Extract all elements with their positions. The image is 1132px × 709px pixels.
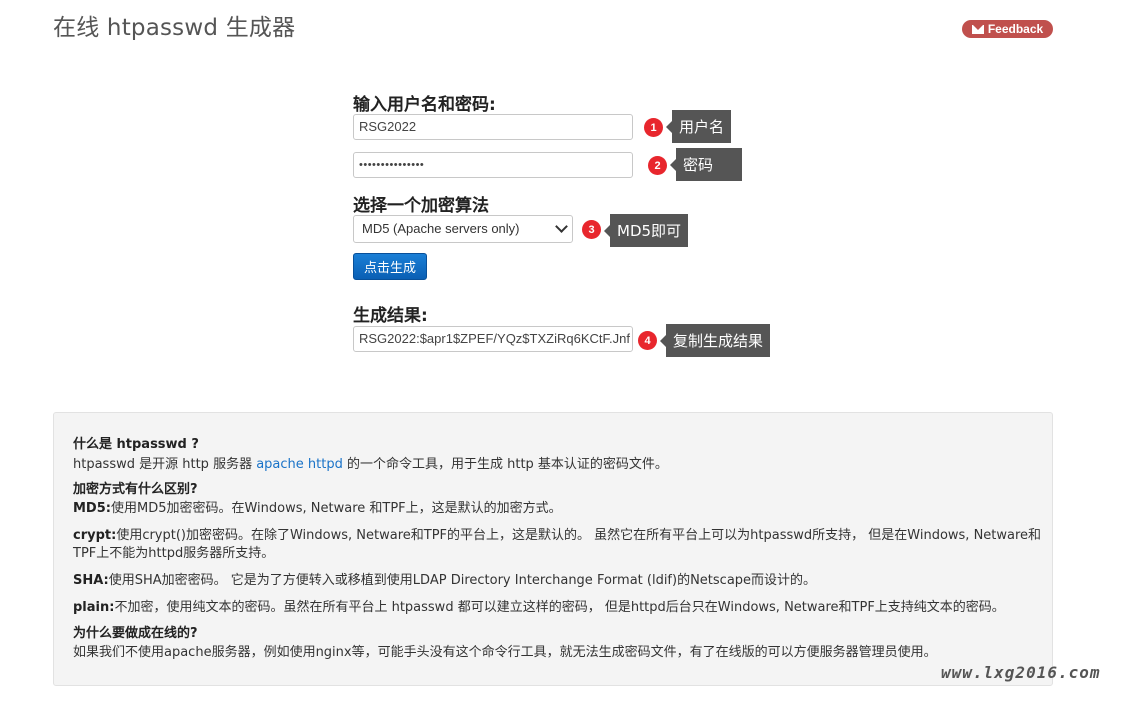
info-crypt-line2: TPF上不能为httpd服务器所支持。	[73, 546, 275, 561]
info-md5: MD5:使用MD5加密密码。在Windows, Netware 和TPF上，这是…	[73, 497, 562, 516]
sha-term: SHA:	[73, 573, 109, 588]
info-heading-what: 什么是 htpasswd ?	[73, 437, 199, 452]
plain-text: 不加密，使用纯文本的密码。虽然在所有平台上 htpasswd 都可以建立这样的密…	[114, 600, 1005, 615]
info-text-what-after: 的一个命令工具，用于生成 http 基本认证的密码文件。	[342, 457, 668, 472]
info-crypt-line1: crypt:使用crypt()加密密码。在除了Windows, Netware和…	[73, 524, 1041, 543]
annotation-tip-password: 密码	[670, 148, 742, 181]
annotation-badge-4: 4	[638, 331, 657, 350]
chevron-down-icon	[555, 220, 568, 233]
password-input[interactable]: •••••••••••••••	[353, 152, 633, 178]
annotation-badge-3: 3	[582, 220, 601, 239]
info-heading-why: 为什么要做成在线的?	[73, 626, 198, 641]
credentials-heading: 输入用户名和密码:	[353, 95, 496, 115]
algorithm-heading: 选择一个加密算法	[353, 196, 489, 216]
info-text-what: htpasswd 是开源 http 服务器 apache httpd 的一个命令…	[73, 453, 668, 472]
annotation-tip-username: 用户名	[665, 110, 732, 143]
annotation-badge-2: 2	[648, 156, 667, 175]
info-sha: SHA:使用SHA加密密码。 它是为了方便转入或移植到使用LDAP Direct…	[73, 569, 816, 588]
annotation-badge-1: 1	[644, 118, 663, 137]
page-title: 在线 htpasswd 生成器	[53, 15, 296, 41]
md5-term: MD5:	[73, 501, 111, 516]
info-heading-diff: 加密方式有什么区别?	[73, 482, 198, 497]
crypt-term: crypt:	[73, 528, 117, 543]
plain-term: plain:	[73, 600, 115, 615]
md5-text: 使用MD5加密密码。在Windows, Netware 和TPF上，这是默认的加…	[110, 501, 562, 516]
crypt-text-1: 使用crypt()加密密码。在除了Windows, Netware和TPF的平台…	[116, 528, 1042, 543]
info-panel: 什么是 htpasswd ? htpasswd 是开源 http 服务器 apa…	[53, 412, 1053, 686]
generate-button[interactable]: 点击生成	[353, 253, 427, 280]
result-heading: 生成结果:	[353, 306, 428, 326]
info-text-what-before: htpasswd 是开源 http 服务器	[73, 457, 257, 472]
envelope-icon	[971, 24, 984, 34]
algorithm-selected-value: MD5 (Apache servers only)	[362, 221, 520, 236]
info-text-why: 如果我们不使用apache服务器，例如使用nginx等，可能手头没有这个命令行工…	[73, 645, 937, 660]
feedback-label: Feedback	[987, 22, 1044, 36]
info-plain: plain:不加密，使用纯文本的密码。虽然在所有平台上 htpasswd 都可以…	[73, 596, 1005, 615]
site-watermark: www.lxg2016.com	[941, 663, 1101, 682]
feedback-button[interactable]: Feedback	[962, 20, 1053, 38]
username-input[interactable]: RSG2022	[353, 114, 633, 140]
result-output[interactable]: RSG2022:$apr1$ZPEF/YQz$TXZiRq6KCtF.Jnf	[353, 326, 633, 352]
algorithm-select[interactable]: MD5 (Apache servers only)	[353, 215, 573, 243]
sha-text: 使用SHA加密密码。 它是为了方便转入或移植到使用LDAP Directory …	[108, 573, 817, 588]
apache-httpd-link[interactable]: apache httpd	[256, 457, 343, 472]
annotation-tip-result: 复制生成结果	[659, 324, 771, 357]
annotation-tip-algorithm: MD5即可	[603, 214, 689, 247]
